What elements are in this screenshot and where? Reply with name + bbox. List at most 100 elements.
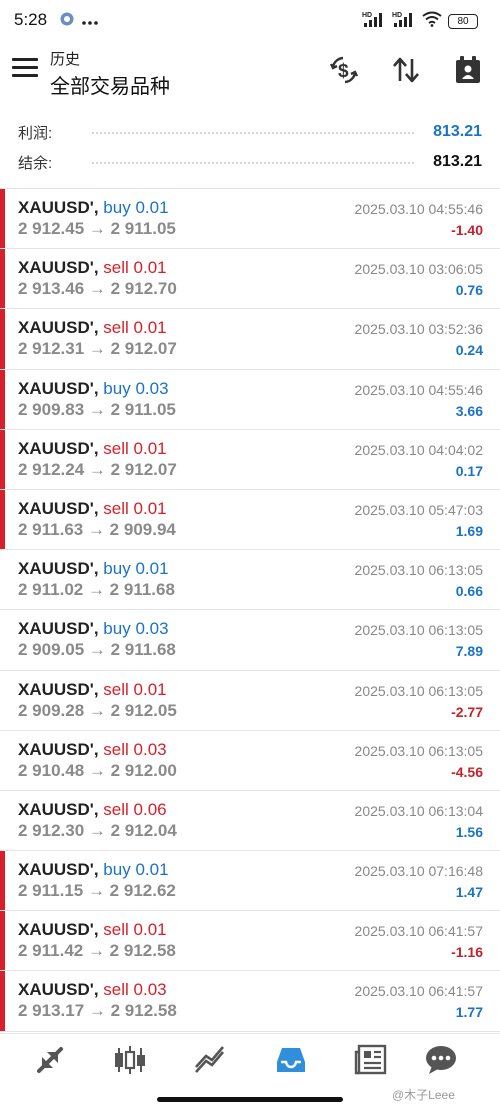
menu-icon[interactable] <box>12 58 38 80</box>
deal-marker <box>0 489 5 550</box>
deal-title: XAUUSD', buy 0.01 <box>18 559 169 579</box>
watermark: @木子Leee <box>392 1088 455 1102</box>
profit-value: 813.21 <box>433 123 482 140</box>
deal-row[interactable]: XAUUSD', sell 0.01 2 912.31 → 2 912.07 202… <box>0 309 500 370</box>
home-indicator[interactable] <box>157 1097 343 1102</box>
summary-panel: 利润: 813.21 结余: 813.21 <box>0 117 500 187</box>
deal-time: 2025.03.10 04:55:46 <box>354 381 483 398</box>
deal-profit: 0.17 <box>455 462 483 479</box>
deal-type: sell <box>103 980 129 1000</box>
deal-volume: 0.01 <box>133 679 167 699</box>
deal-prices: 2 911.02 → 2 911.68 <box>18 580 175 600</box>
deal-time: 2025.03.10 04:04:02 <box>354 441 483 458</box>
sort-arrows-icon[interactable] <box>390 54 422 86</box>
deal-marker <box>0 309 5 369</box>
deal-profit: -1.16 <box>451 944 483 961</box>
deal-profit: 0.24 <box>455 342 483 359</box>
deal-volume: 0.01 <box>133 920 167 940</box>
svg-text:$: $ <box>338 61 349 82</box>
deal-prices: 2 913.17 → 2 912.58 <box>18 1001 177 1021</box>
deal-row[interactable]: XAUUSD', buy 0.03 2 909.83 → 2 911.05 2025… <box>0 369 500 430</box>
hd-signal-icon: HD <box>362 10 386 33</box>
deal-prices: 2 912.45 → 2 911.05 <box>18 219 176 238</box>
deal-symbol: XAUUSD', <box>18 799 99 819</box>
deal-row[interactable]: XAUUSD', sell 0.01 2 911.42 → 2 912.58 202… <box>0 911 500 972</box>
symbol-filter-title[interactable]: 全部交易品种 <box>50 70 170 99</box>
deal-prices: 2 911.42 → 2 912.58 <box>18 941 176 961</box>
deal-row[interactable]: XAUUSD', sell 0.01 2 909.28 → 2 912.05 202… <box>0 671 500 731</box>
trend-line-icon <box>193 1044 227 1081</box>
bottom-nav <box>0 1033 500 1089</box>
deal-type: sell <box>103 498 129 518</box>
deal-type: buy <box>103 378 131 398</box>
deal-row[interactable]: XAUUSD', sell 0.01 2 911.63 → 2 909.94 202… <box>0 489 500 551</box>
deal-prices: 2 909.83 → 2 911.05 <box>18 399 176 419</box>
deal-type: buy <box>103 860 131 880</box>
deal-row[interactable]: XAUUSD', sell 0.03 2 910.48 → 2 912.00 202… <box>0 731 500 791</box>
deal-title: XAUUSD', buy 0.03 <box>18 619 169 639</box>
hd-signal-icon: HD <box>392 10 416 33</box>
deal-prices: 2 912.30 → 2 912.04 <box>18 820 177 840</box>
deal-marker <box>0 911 5 971</box>
balance-value: 813.21 <box>433 153 482 170</box>
deal-time: 2025.03.10 06:13:04 <box>354 802 483 819</box>
deal-symbol: XAUUSD', <box>18 198 99 217</box>
nav-quotes[interactable] <box>30 1044 70 1080</box>
battery-icon: 80 <box>448 14 478 29</box>
deal-row[interactable]: XAUUSD', sell 0.03 2 913.17 → 2 912.58 202… <box>0 971 500 1032</box>
deal-type: sell <box>103 258 129 278</box>
more-dots-icon <box>82 13 98 31</box>
deal-type: sell <box>103 920 129 940</box>
deal-symbol: XAUUSD', <box>18 679 99 699</box>
deal-volume: 0.01 <box>133 438 167 458</box>
profit-row: 利润: 813.21 <box>0 117 500 147</box>
deal-time: 2025.03.10 04:55:46 <box>354 201 483 217</box>
deal-title: XAUUSD', sell 0.01 <box>18 920 167 940</box>
deal-type: buy <box>103 559 131 579</box>
deal-title: XAUUSD', buy 0.03 <box>18 379 169 399</box>
calendar-icon[interactable] <box>452 54 484 86</box>
nav-news[interactable] <box>351 1044 391 1080</box>
nav-history[interactable] <box>271 1044 311 1080</box>
deal-time: 2025.03.10 03:06:05 <box>354 261 483 278</box>
deal-time: 2025.03.10 03:52:36 <box>354 321 483 338</box>
deal-row[interactable]: XAUUSD', sell 0.01 2 912.24 → 2 912.07 202… <box>0 429 500 490</box>
deal-profit: -1.40 <box>451 222 483 238</box>
deal-volume: 0.01 <box>135 559 169 579</box>
deal-row[interactable]: XAUUSD', sell 0.06 2 912.30 → 2 912.04 202… <box>0 791 500 852</box>
deal-time: 2025.03.10 06:13:05 <box>354 622 483 639</box>
deal-type: sell <box>103 739 129 759</box>
deal-type: buy <box>103 198 131 217</box>
nav-messages[interactable] <box>421 1044 461 1080</box>
nav-chart[interactable] <box>110 1044 150 1080</box>
inbox-icon <box>274 1044 308 1081</box>
deal-marker <box>0 189 5 249</box>
deal-prices: 2 912.24 → 2 912.07 <box>18 459 177 479</box>
deal-type: sell <box>103 679 129 699</box>
deal-volume: 0.06 <box>133 799 167 819</box>
status-time: 5:28 <box>14 10 48 29</box>
deal-type: sell <box>103 318 129 338</box>
deal-prices: 2 912.31 → 2 912.07 <box>18 339 177 359</box>
deal-symbol: XAUUSD', <box>18 438 99 458</box>
deal-marker <box>0 429 5 489</box>
deal-title: XAUUSD', sell 0.06 <box>18 800 167 820</box>
nav-trade[interactable] <box>190 1044 230 1080</box>
deal-row[interactable]: XAUUSD', buy 0.01 2 911.15 → 2 912.62 2025… <box>0 851 500 912</box>
deal-row[interactable]: XAUUSD', sell 0.01 2 913.46 → 2 912.70 202… <box>0 249 500 310</box>
deal-row[interactable]: XAUUSD', buy 0.03 2 909.05 → 2 911.68 2025… <box>0 610 500 671</box>
deal-row[interactable]: XAUUSD', buy 0.01 2 911.02 → 2 911.68 2025… <box>0 550 500 611</box>
svg-text:HD: HD <box>362 12 372 19</box>
deal-volume: 0.01 <box>133 498 167 518</box>
deal-symbol: XAUUSD', <box>18 619 99 639</box>
currency-exchange-icon[interactable]: $ <box>328 54 360 86</box>
deal-symbol: XAUUSD', <box>18 739 99 759</box>
chat-bubble-icon <box>424 1044 458 1081</box>
page-subtitle: 历史 <box>50 51 81 68</box>
svg-text:HD: HD <box>392 12 402 19</box>
deal-profit: 3.66 <box>455 402 483 419</box>
deal-time: 2025.03.10 06:13:05 <box>354 562 483 579</box>
deal-row[interactable]: XAUUSD', buy 0.01 2 912.45 → 2 911.05 2025… <box>0 189 500 250</box>
deal-volume: 0.03 <box>133 739 167 759</box>
deal-title: XAUUSD', sell 0.01 <box>18 318 167 338</box>
